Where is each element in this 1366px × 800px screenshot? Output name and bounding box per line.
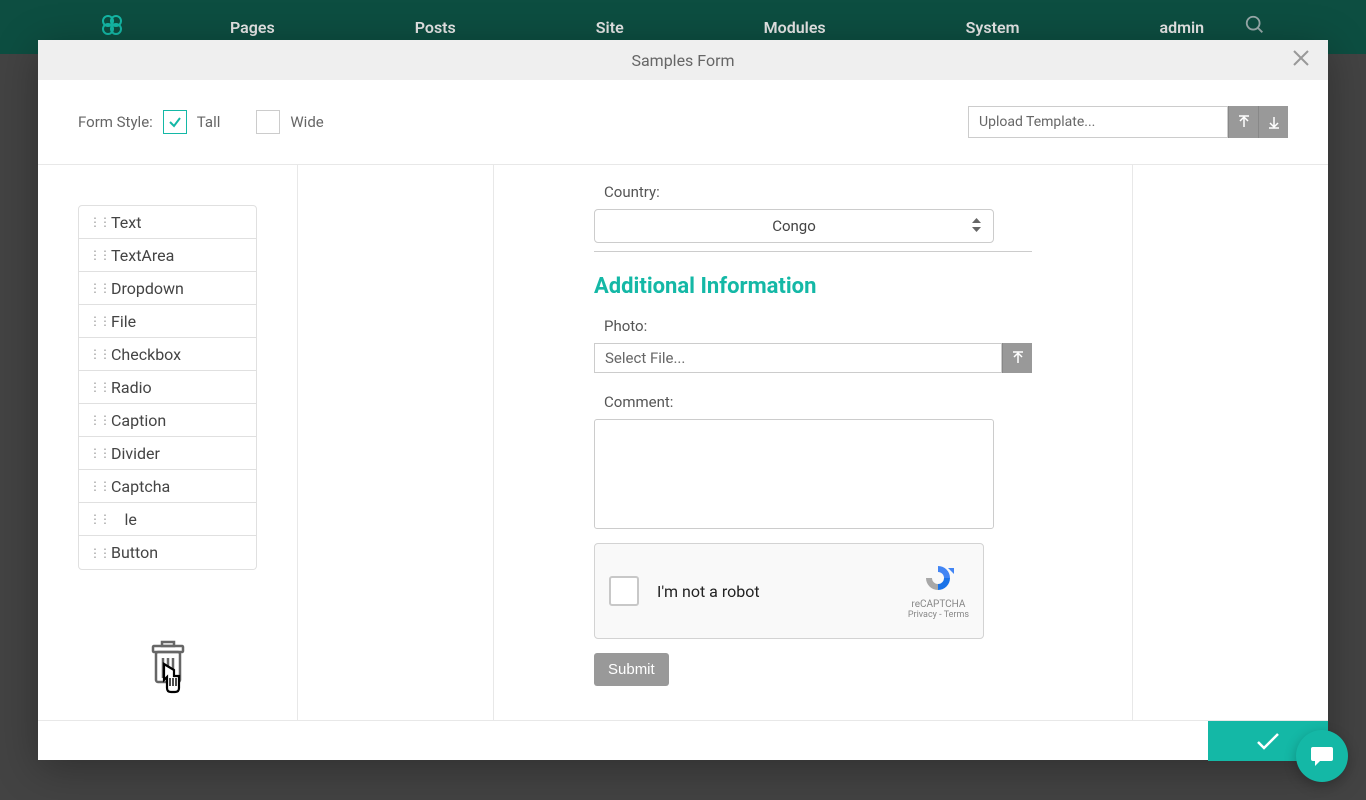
photo-label: Photo: [604,317,1032,335]
field-button[interactable]: Button [79,536,256,569]
section-title: Additional Information [594,274,1032,299]
comment-textarea[interactable] [594,419,994,529]
field-file[interactable]: File [79,305,256,338]
field-dropdown[interactable]: Dropdown [79,272,256,305]
field-divider[interactable]: Divider [79,437,256,470]
drag-icon [89,551,99,555]
nav-site[interactable]: Site [596,18,624,37]
submit-button[interactable]: Submit [594,653,669,686]
modal-title: Samples Form [631,51,734,70]
drag-icon [89,517,99,521]
recaptcha-checkbox[interactable] [609,576,639,606]
drag-icon [89,385,99,389]
checkbox-wide[interactable] [256,110,280,134]
field-caption[interactable]: Caption [79,404,256,437]
chevron-updown-icon [972,218,981,235]
field-radio[interactable]: Radio [79,371,256,404]
form-canvas: Country: Congo Additional Information Ph… [298,165,1328,720]
drag-icon [89,484,99,488]
upload-template-input[interactable]: Upload Template... [968,106,1228,138]
form-style-label: Form Style: [78,113,153,131]
field-textarea[interactable]: TextArea [79,239,256,272]
upload-photo-icon[interactable] [1002,343,1032,373]
country-label: Country: [604,183,1032,201]
nav-pages[interactable]: Pages [230,18,275,37]
nav-admin[interactable]: admin [1159,18,1204,37]
close-icon[interactable] [1292,48,1310,72]
recaptcha-brand: reCAPTCHA Privacy - Terms [908,562,969,620]
download-icon[interactable] [1258,106,1288,138]
drag-icon [89,418,99,422]
field-checkbox[interactable]: Checkbox [79,338,256,371]
checkbox-tall[interactable] [163,110,187,134]
modal-header: Samples Form [38,40,1328,80]
drag-icon [89,352,99,356]
modal-footer [38,720,1328,760]
modal: Samples Form Form Style: Tall Wide Uploa… [38,40,1328,760]
drag-icon [89,253,99,257]
drag-icon [89,319,99,323]
field-text[interactable]: Text [79,206,256,239]
nav-system[interactable]: System [966,18,1020,37]
upload-icon[interactable] [1228,106,1258,138]
chat-widget-icon[interactable] [1296,730,1348,782]
field-partial[interactable]: Tile [79,503,256,536]
label-wide: Wide [290,113,323,131]
field-palette: Text TextArea Dropdown File Checkbox Rad… [38,165,298,720]
toolbar: Form Style: Tall Wide Upload Template... [38,80,1328,165]
drag-icon [89,451,99,455]
comment-label: Comment: [604,393,1032,411]
country-select[interactable]: Congo [594,209,994,243]
upload-template-group: Upload Template... [968,106,1288,138]
field-captcha[interactable]: Captcha [79,470,256,503]
nav-modules[interactable]: Modules [764,18,826,37]
logo-icon[interactable] [100,13,124,41]
recaptcha-label: I'm not a robot [657,582,890,601]
drag-icon [89,286,99,290]
label-tall: Tall [197,113,221,131]
drag-icon [89,220,99,224]
recaptcha[interactable]: I'm not a robot reCAPTCHA Privacy - Term… [594,543,984,639]
divider [594,251,1032,252]
trash-icon[interactable] [148,640,188,690]
photo-file-input[interactable]: Select File... [594,343,1002,373]
nav-posts[interactable]: Posts [415,18,456,37]
form-style-group: Form Style: Tall Wide [78,110,324,134]
search-icon[interactable] [1244,14,1266,40]
